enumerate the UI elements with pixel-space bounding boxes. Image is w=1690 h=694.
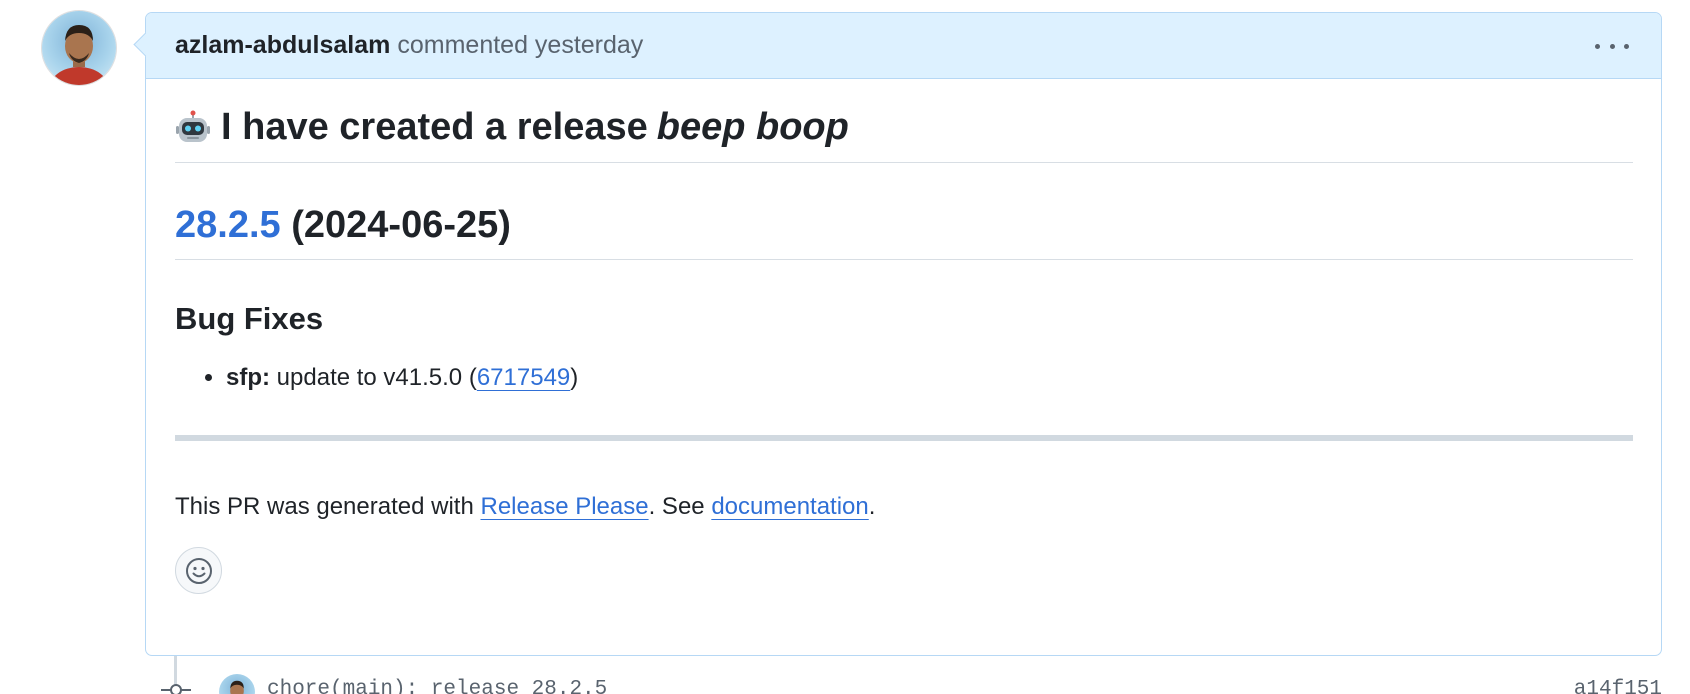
footer-suffix: .: [868, 492, 876, 520]
add-reaction-button[interactable]: [175, 547, 222, 595]
commit-author-avatar[interactable]: [219, 674, 255, 694]
documentation-link[interactable]: documentation: [711, 493, 868, 520]
list-item: sfp: update to v41.5.0 (6717549): [226, 362, 1633, 393]
divider: [175, 434, 1633, 441]
comment-header: azlam-abdulsalam commented yesterday: [146, 13, 1661, 79]
pr-timeline: azlam-abdulsalam commented yesterday I h…: [0, 0, 1690, 694]
author-avatar[interactable]: [42, 11, 116, 85]
commit-sha-link[interactable]: a14f151: [1574, 678, 1662, 694]
author-name-link[interactable]: azlam-abdulsalam: [175, 31, 390, 60]
smiley-icon: [185, 557, 212, 584]
user-avatar-icon: [49, 25, 109, 85]
version-compare-link[interactable]: 28.2.5: [175, 204, 281, 246]
footer-prefix: This PR was generated with: [175, 492, 481, 520]
change-scope: sfp:: [226, 363, 270, 391]
release-date: (2024-06-25): [291, 203, 511, 246]
version-heading: 28.2.5 (2024-06-25): [175, 163, 1633, 260]
release-please-link[interactable]: Release Please: [480, 493, 648, 520]
changes-list: sfp: update to v41.5.0 (6717549): [175, 362, 1633, 393]
change-closing: ): [570, 363, 579, 391]
comment-body: I have created a release beep boop 28.2.…: [146, 79, 1661, 595]
kebab-horizontal-icon[interactable]: [1595, 37, 1629, 55]
kebab-dot: [1609, 43, 1615, 49]
robot-icon: [175, 110, 211, 146]
comment-timestamp[interactable]: commented yesterday: [397, 31, 643, 60]
bug-fixes-heading: Bug Fixes: [175, 300, 324, 336]
git-commit-icon: [161, 682, 191, 694]
commit-message-link[interactable]: chore(main): release 28.2.5: [267, 678, 607, 694]
commit-link[interactable]: 6717549: [477, 364, 570, 391]
footer-text: This PR was generated with Release Pleas…: [175, 491, 1633, 522]
kebab-dot: [1624, 43, 1629, 49]
release-heading: I have created a release beep boop: [175, 79, 1633, 163]
heading-text: I have created a release: [221, 106, 648, 148]
change-text: update to v41.5.0 (: [276, 363, 477, 391]
footer-middle: . See: [648, 492, 712, 520]
heading-emphasis: beep boop: [656, 106, 849, 148]
comment-box: azlam-abdulsalam commented yesterday I h…: [145, 12, 1662, 656]
kebab-dot: [1595, 43, 1600, 49]
